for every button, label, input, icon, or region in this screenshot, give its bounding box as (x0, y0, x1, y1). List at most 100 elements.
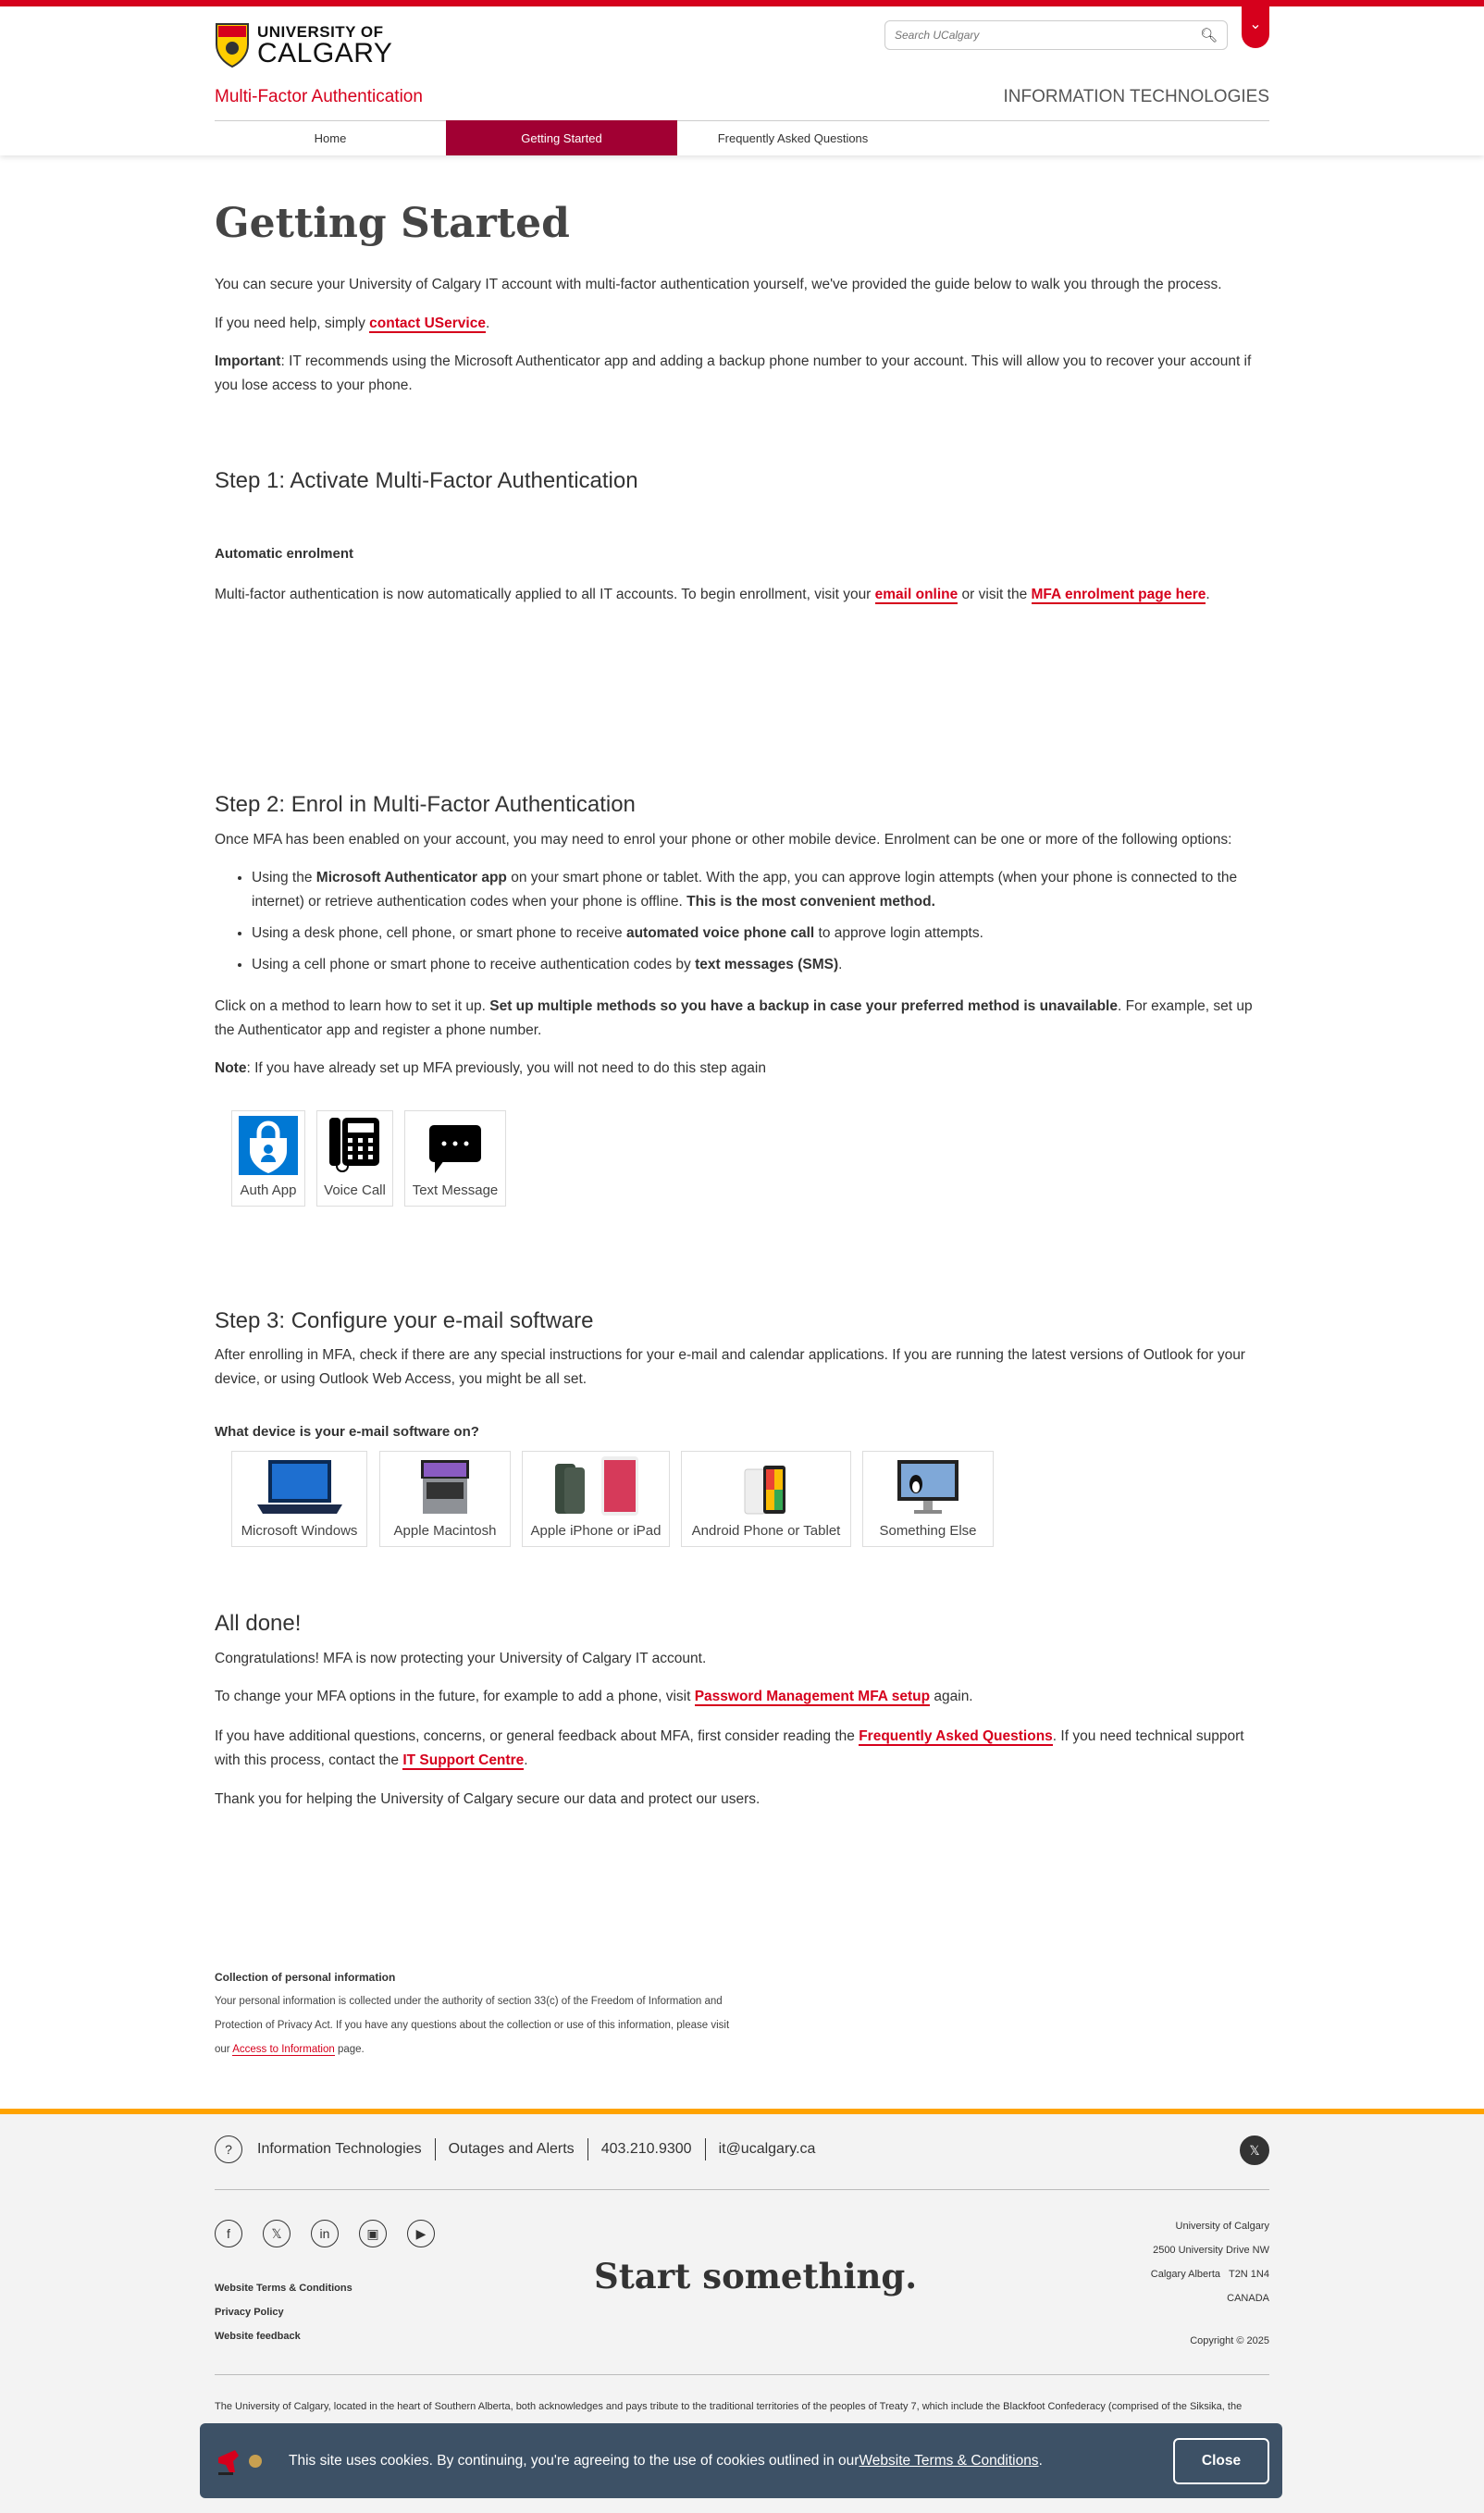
address-line: University of Calgary (1175, 2221, 1269, 2232)
password-management-link[interactable]: Password Management MFA setup (694, 1689, 931, 1706)
method-voice-call[interactable]: Voice Call (316, 1110, 393, 1207)
macbook-icon (421, 1460, 469, 1514)
method-list: Using the Microsoft Authenticator app on… (215, 866, 1269, 984)
device-question: What device is your e-mail software on? (215, 1424, 479, 1440)
done-p2: To change your MFA options in the future… (215, 1685, 1269, 1709)
access-to-information-link[interactable]: Access to Information (232, 2044, 335, 2056)
list-item: Using a cell phone or smart phone to rec… (252, 953, 1269, 977)
step1-text-mid: or visit the (958, 587, 1032, 602)
privacy-text: Your personal information is collected u… (215, 1989, 733, 2061)
copyright: Copyright © 2025 (1190, 2335, 1269, 2346)
linkedin-icon[interactable]: in (311, 2220, 339, 2247)
done-p3: If you have additional questions, concer… (215, 1725, 1269, 1773)
it-support-link[interactable]: IT Support Centre (402, 1752, 525, 1770)
step2-paragraph: Click on a method to learn how to set it… (215, 995, 1269, 1043)
b1-bold: Microsoft Authenticator app (315, 870, 507, 885)
university-logo[interactable]: UNIVERSITY OF CALGARY (215, 22, 392, 68)
step1-text-end: . (1206, 587, 1210, 602)
x-twitter-icon[interactable]: 𝕏 (1240, 2135, 1269, 2165)
important-text: : IT recommends using the Microsoft Auth… (215, 353, 1252, 393)
phone-link[interactable]: 403.210.9300 (601, 2141, 692, 2158)
dino-cookie-icon (218, 2449, 262, 2475)
method-label: Text Message (412, 1182, 499, 1198)
device-windows[interactable]: Microsoft Windows (231, 1451, 367, 1547)
page-title: Getting Started (215, 200, 570, 247)
device-iphone-ipad[interactable]: Apple iPhone or iPad (522, 1451, 670, 1547)
privacy-end: page. (334, 2044, 365, 2055)
x-icon[interactable]: 𝕏 (263, 2220, 291, 2247)
desk-phone-icon (328, 1118, 379, 1172)
social-links: f 𝕏 in ▣ ▶ (215, 2220, 435, 2247)
step2-note: Note: If you have already set up MFA pre… (215, 1057, 1269, 1081)
b2-post: to approve login attempts. (814, 925, 983, 941)
device-label: Something Else (879, 1523, 977, 1539)
b1-text: Using the (252, 870, 316, 885)
done-p3-text: If you have additional questions, concer… (215, 1728, 859, 1744)
privacy-heading: Collection of personal information (215, 1971, 396, 1984)
authenticator-icon (239, 1116, 298, 1175)
b2-bold: automated voice phone call (625, 925, 815, 941)
email-online-link[interactable]: email online (874, 587, 958, 604)
b1-bold2: This is the most convenient method. (686, 894, 935, 910)
b3-bold: text messages (SMS) (695, 957, 839, 972)
list-item: Using a desk phone, cell phone, or smart… (252, 922, 1269, 946)
device-label: Apple Macintosh (393, 1523, 497, 1539)
address-line: CANADA (1227, 2293, 1269, 2304)
p2-text: Click on a method to learn how to set it… (215, 998, 490, 1014)
privacy-link[interactable]: Privacy Policy (215, 2300, 352, 2324)
mfa-enrolment-link[interactable]: MFA enrolment page here (1031, 587, 1206, 604)
device-mac[interactable]: Apple Macintosh (379, 1451, 511, 1547)
tagline: Start something. (594, 2256, 918, 2296)
instagram-icon[interactable]: ▣ (359, 2220, 387, 2247)
done-p1: Congratulations! MFA is now protecting y… (215, 1651, 707, 1666)
device-android[interactable]: Android Phone or Tablet (681, 1451, 851, 1547)
device-other[interactable]: Something Else (862, 1451, 994, 1547)
email-link[interactable]: it@ucalgary.ca (719, 2141, 816, 2158)
search-box[interactable]: 🔍︎ (884, 20, 1228, 50)
nav-faq[interactable]: Frequently Asked Questions (677, 120, 909, 155)
faq-link[interactable]: Frequently Asked Questions (859, 1728, 1053, 1746)
intro-paragraph: You can secure your University of Calgar… (215, 277, 1222, 292)
cookie-close-button[interactable]: Close (1173, 2437, 1269, 2484)
chat-bubble-icon (429, 1125, 481, 1173)
search-input[interactable] (895, 29, 1200, 42)
footer-divider-2 (215, 2374, 1269, 2375)
step3-paragraph: After enrolling in MFA, check if there a… (215, 1347, 1245, 1387)
note-label: Note (215, 1060, 247, 1076)
logo-line2: CALGARY (257, 38, 393, 68)
method-text-message[interactable]: Text Message (404, 1110, 506, 1207)
address-line: Calgary Alberta T2N 1N4 (1150, 2269, 1269, 2280)
windows-laptop-icon (256, 1460, 342, 1514)
unit-name[interactable]: INFORMATION TECHNOLOGIES (1004, 87, 1270, 107)
nav-home[interactable]: Home (215, 120, 446, 155)
feedback-link[interactable]: Website feedback (215, 2324, 352, 2348)
step1-subheading: Automatic enrolment (215, 546, 354, 562)
cookie-text-end: . (1038, 2452, 1043, 2469)
footer-unit-link[interactable]: Information Technologies (257, 2141, 422, 2158)
address-line: 2500 University Drive NW (1153, 2245, 1269, 2256)
chevron-down-icon[interactable]: ⌄ (1242, 0, 1269, 48)
help-text: If you need help, simply (215, 316, 370, 331)
nav-getting-started[interactable]: Getting Started (446, 120, 677, 155)
note-text: : If you have already set up MFA previou… (246, 1060, 766, 1076)
search-icon[interactable]: 🔍︎ (1200, 27, 1218, 43)
device-label: Microsoft Windows (241, 1523, 358, 1539)
outages-link[interactable]: Outages and Alerts (449, 2141, 575, 2158)
site-title[interactable]: Multi-Factor Authentication (215, 87, 423, 107)
terms-link[interactable]: Website Terms & Conditions (215, 2276, 352, 2300)
linux-monitor-icon (897, 1460, 958, 1514)
contact-uservice-link[interactable]: contact UService (369, 316, 486, 333)
footer-links: Website Terms & Conditions Privacy Polic… (215, 2276, 352, 2348)
step2-heading: Step 2: Enrol in Multi-Factor Authentica… (215, 792, 636, 817)
iphone-ipad-icon (555, 1456, 638, 1516)
youtube-icon[interactable]: ▶ (407, 2220, 435, 2247)
b3-post: . (838, 957, 843, 972)
method-auth-app[interactable]: Auth App (231, 1110, 305, 1207)
p2-bold: Set up multiple methods so you have a ba… (489, 998, 1118, 1014)
cookie-terms-link[interactable]: Website Terms & Conditions (859, 2453, 1038, 2470)
important-paragraph: Important: IT recommends using the Micro… (215, 350, 1269, 398)
b2-text: Using a desk phone, cell phone, or smart… (252, 925, 626, 941)
facebook-icon[interactable]: f (215, 2220, 242, 2247)
main-nav: Home Getting Started Frequently Asked Qu… (215, 120, 909, 155)
method-label: Voice Call (324, 1182, 386, 1198)
